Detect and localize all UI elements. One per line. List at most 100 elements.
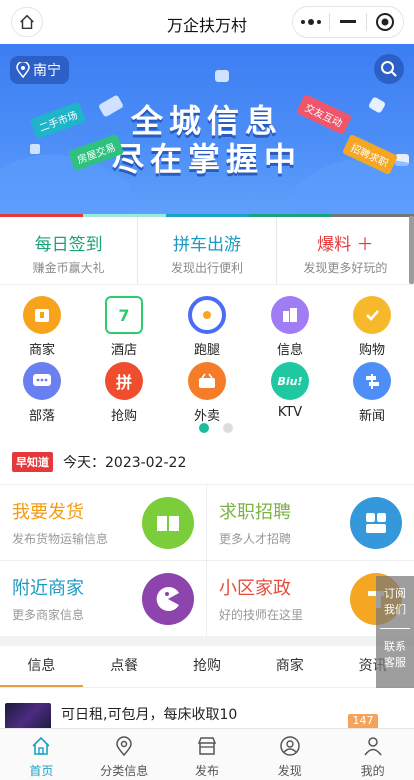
pacman-icon (142, 573, 194, 625)
grid-item-errand[interactable]: 跑腿 (167, 296, 247, 358)
nav-home[interactable]: 首页 (0, 729, 83, 780)
nav-label: 我的 (360, 764, 385, 778)
close-miniapp-button[interactable] (367, 7, 403, 37)
grid-icon (350, 497, 402, 549)
card-title: 小区家政 (219, 578, 291, 599)
grid-label: 信息 (276, 343, 303, 358)
tab-order[interactable]: 点餐 (83, 646, 166, 687)
pager-dots (199, 423, 233, 433)
quick-title: 每日签到 (34, 235, 103, 255)
minimize-button[interactable] (330, 7, 366, 37)
city-selector[interactable]: 南宁 (10, 56, 69, 84)
grid-label: 抢购 (110, 409, 137, 424)
quick-title: 爆料 ＋ (317, 235, 374, 255)
card-jobs[interactable]: 求职招聘 更多人才招聘 (207, 485, 414, 561)
card-title: 附近商家 (12, 578, 84, 599)
home-icon (32, 736, 50, 755)
daily-checkin-button[interactable]: 每日签到 赚金币赢大礼 (0, 217, 139, 284)
grid-item-info[interactable]: 信息 (250, 296, 330, 358)
grid-label: 外卖 (193, 409, 220, 424)
report-button[interactable]: 爆料 ＋ 发现更多好玩的 (277, 217, 414, 284)
quick-subtitle: 发现更多好玩的 (303, 261, 388, 275)
contact-service-button[interactable]: 联系 客服 (376, 639, 414, 671)
grid-item-shop[interactable]: 商家 (2, 296, 82, 358)
nav-label: 分类信息 (100, 764, 149, 778)
more-dots-icon (301, 19, 321, 25)
grid-item-hotel[interactable]: 7 酒店 (84, 296, 164, 358)
book-icon (142, 497, 194, 549)
minus-icon (340, 20, 356, 23)
section-divider (0, 636, 414, 646)
bottom-nav: 首页 分类信息 发布 发现 我的 (0, 728, 414, 780)
grid-item-shopping[interactable]: 购物 (332, 296, 412, 358)
grid-label: 酒店 (110, 343, 137, 358)
user-icon (363, 737, 382, 756)
errand-icon (188, 296, 226, 334)
grid-label: 跑腿 (193, 343, 220, 358)
grid-label: 商家 (28, 343, 55, 358)
grid-item-news[interactable]: 新闻 (332, 362, 412, 424)
promo-banner[interactable]: 南宁 全城信息 尽在掌握中 二手市场 房屋交易 交友互动 招聘求职 (0, 44, 414, 214)
target-icon (376, 13, 394, 31)
profile-circle-icon (280, 736, 300, 756)
card-subtitle: 发布货物运输信息 (12, 532, 109, 546)
basket-icon (188, 362, 226, 400)
store-icon (197, 737, 217, 755)
card-subtitle: 好的技师在这里 (219, 608, 304, 622)
nav-label: 发布 (194, 764, 219, 778)
nav-categories[interactable]: 分类信息 (83, 729, 166, 780)
tab-info[interactable]: 信息 (0, 646, 83, 687)
grid-item-flashsale[interactable]: 拼 抢购 (84, 362, 164, 424)
search-button[interactable] (374, 54, 404, 84)
groupbuy-icon: 拼 (105, 362, 143, 400)
pager-dot-active[interactable] (199, 423, 209, 433)
grid-label: 新闻 (358, 409, 385, 424)
calendar-icon: 7 (105, 296, 143, 334)
chat-icon (23, 362, 61, 400)
grid-item-tribe[interactable]: 部落 (2, 362, 82, 424)
subscribe-button[interactable]: 订阅 我们 (376, 586, 414, 618)
location-pin-icon (16, 62, 30, 78)
card-title: 求职招聘 (219, 502, 291, 523)
top-bar: 万企扶万村 (0, 0, 414, 44)
daily-news[interactable]: 早知道 今天：2023-02-22 (12, 452, 186, 472)
city-name: 南宁 (33, 63, 61, 79)
content-tabs: 信息 点餐 抢购 商家 资讯 (0, 646, 414, 688)
search-icon (381, 61, 397, 77)
quick-subtitle: 赚金币赢大礼 (32, 261, 105, 275)
floating-panel: 订阅 我们 联系 客服 (376, 576, 414, 688)
grid-label: 部落 (28, 409, 55, 424)
news-badge: 早知道 (12, 452, 53, 472)
location-pin-icon (116, 736, 132, 757)
grid-label: 购物 (358, 343, 385, 358)
quick-subtitle: 发现出行便利 (170, 261, 243, 275)
carpool-button[interactable]: 拼车出游 发现出行便利 (138, 217, 277, 284)
card-post-shipment[interactable]: 我要发货 发布货物运输信息 (0, 485, 207, 561)
news-date: 今天：2023-02-22 (63, 455, 187, 471)
shop-icon (23, 296, 61, 334)
miniapp-capsule (292, 6, 404, 38)
pager-dot[interactable] (223, 423, 233, 433)
nav-label: 首页 (29, 764, 54, 778)
service-cards: 我要发货 发布货物运输信息 求职招聘 更多人才招聘 附近商家 更多商家信息 小区… (0, 484, 414, 637)
card-title: 我要发货 (12, 502, 84, 523)
more-button[interactable] (293, 7, 329, 37)
list-item-thumbnail[interactable] (5, 703, 51, 731)
signpost-icon (353, 362, 391, 400)
scrollbar[interactable] (409, 216, 414, 284)
building-icon (271, 296, 309, 334)
nav-me[interactable]: 我的 (331, 729, 414, 780)
tab-merchants[interactable]: 商家 (248, 646, 331, 687)
card-nearby-shops[interactable]: 附近商家 更多商家信息 (0, 561, 207, 637)
nav-publish[interactable]: 发布 (166, 729, 249, 780)
card-subtitle: 更多商家信息 (12, 608, 85, 622)
nav-discover[interactable]: 发现 (248, 729, 331, 780)
grid-item-ktv[interactable]: Biu! KTV (250, 362, 330, 420)
grid-item-takeout[interactable]: 外卖 (167, 362, 247, 424)
quick-title: 拼车出游 (172, 235, 241, 255)
shopping-icon (353, 296, 391, 334)
tab-flashsale[interactable]: 抢购 (166, 646, 249, 687)
list-item-text[interactable]: 可日租,可包月，每床收取10 (61, 704, 237, 724)
grid-label: KTV (277, 405, 303, 420)
quick-actions: 每日签到 赚金币赢大礼 拼车出游 发现出行便利 爆料 ＋ 发现更多好玩的 (0, 217, 414, 285)
